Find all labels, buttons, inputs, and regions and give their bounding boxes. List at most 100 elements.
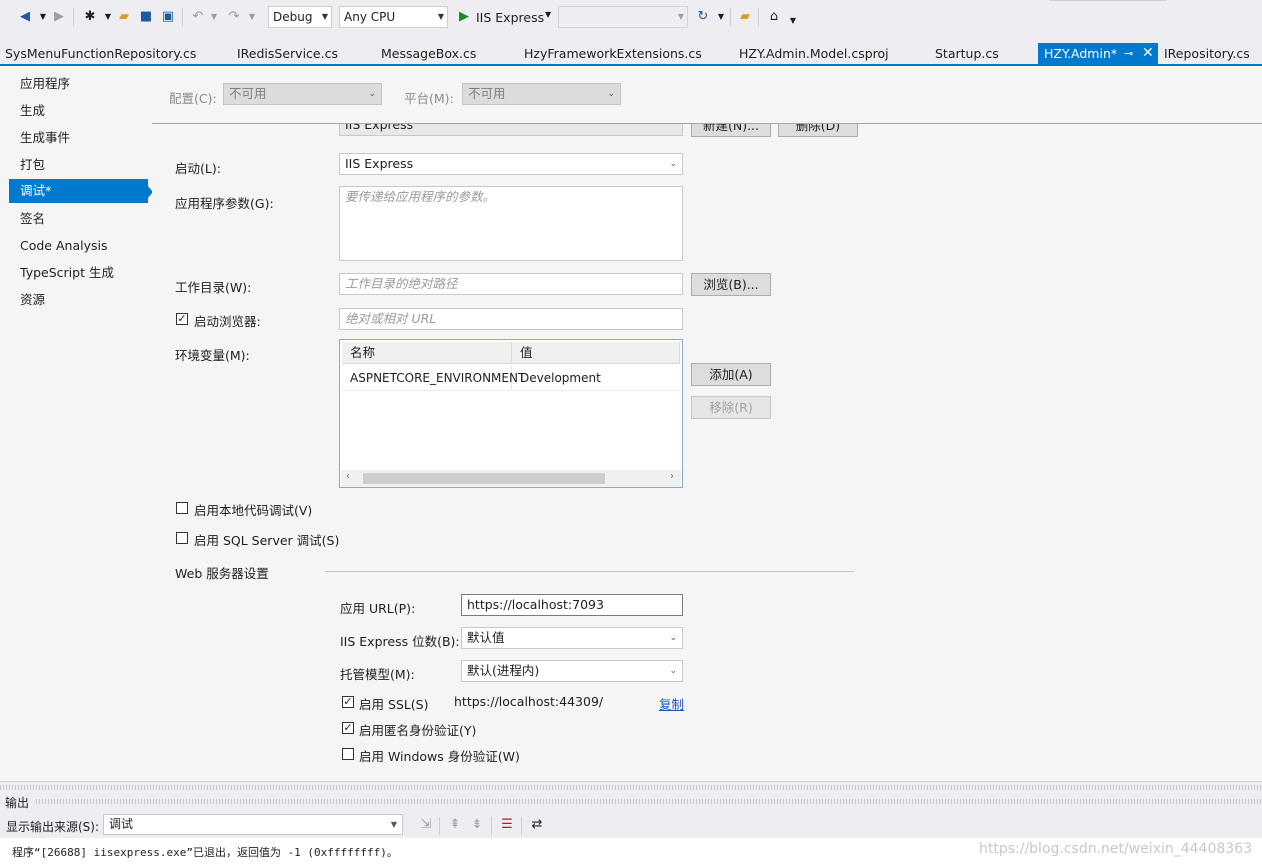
env-vars-table[interactable]: 名称 值 ASPNETCORE_ENVIRONMENT Development … bbox=[339, 339, 683, 488]
refresh-dropdown-icon[interactable]: ▼ bbox=[713, 9, 729, 25]
workdir-input[interactable]: 工作目录的绝对路径 bbox=[339, 273, 683, 295]
tab-startup[interactable]: Startup.cs bbox=[935, 43, 999, 64]
app-args-input[interactable]: 要传递给应用程序的参数。 bbox=[339, 186, 683, 261]
start-debug-button[interactable]: IIS Express bbox=[476, 10, 544, 25]
tab-sysmenufunctionrepository[interactable]: SysMenuFunctionRepository.cs bbox=[5, 43, 196, 64]
profile-select[interactable]: IIS Express bbox=[339, 124, 683, 136]
start-dropdown-icon[interactable]: ▼ bbox=[545, 10, 551, 19]
new-dropdown-icon[interactable]: ▼ bbox=[100, 9, 116, 25]
tab-iredisservice[interactable]: IRedisService.cs bbox=[237, 43, 338, 64]
forward-icon[interactable]: ▶ bbox=[51, 9, 67, 25]
launch-select[interactable]: IIS Express ⌄ bbox=[339, 153, 683, 175]
nav-item-debug[interactable]: 调试* bbox=[9, 179, 148, 203]
close-icon[interactable]: ✕ bbox=[1142, 43, 1154, 64]
env-cell-name[interactable]: ASPNETCORE_ENVIRONMENT bbox=[342, 366, 525, 390]
output-source-select[interactable]: 调试 ▼ bbox=[103, 814, 403, 835]
chevron-down-icon: ▼ bbox=[437, 12, 444, 21]
target-dropdown[interactable]: ▼ bbox=[558, 6, 688, 28]
sql-debug-label: 启用 SQL Server 调试(S) bbox=[194, 533, 340, 548]
home-page-icon[interactable]: ⌂ bbox=[766, 9, 782, 25]
nav-item-package[interactable]: 打包 bbox=[20, 153, 45, 177]
undo-icon[interactable]: ↶ bbox=[190, 9, 206, 25]
app-url-input[interactable]: https://localhost:7093 bbox=[461, 594, 683, 616]
tab-hzyframeworkextensions[interactable]: HzyFrameworkExtensions.cs bbox=[524, 43, 702, 64]
platform-dropdown[interactable]: Any CPU ▼ bbox=[339, 6, 448, 28]
pin-icon[interactable]: ⊸ bbox=[1124, 43, 1133, 64]
debug-property-page: 配置(C): 不可用 ⌄ 平台(M): 不可用 ⌄ IIS Express 新建(N… bbox=[152, 66, 1262, 781]
chevron-down-icon: ⌄ bbox=[607, 89, 615, 99]
browse-button[interactable]: 浏览(B)... bbox=[691, 273, 771, 296]
ssl-checkbox[interactable]: ✓ bbox=[342, 696, 354, 708]
tab-irepository[interactable]: IRepository.cs bbox=[1164, 43, 1250, 64]
anonymous-auth-checkbox[interactable]: ✓ bbox=[342, 722, 354, 734]
profile-row-clipped: IIS Express 新建(N)... 删除(D) bbox=[152, 124, 1262, 138]
workdir-label: 工作目录(W): bbox=[175, 280, 252, 295]
redo-dropdown-icon[interactable]: ▼ bbox=[244, 9, 260, 25]
scroll-left-icon[interactable]: ‹ bbox=[346, 471, 350, 482]
refresh-icon[interactable]: ↻ bbox=[695, 9, 711, 25]
hosting-model-label: 托管模型(M): bbox=[340, 667, 415, 682]
start-debug-icon[interactable]: ▶ bbox=[456, 9, 472, 25]
document-tab-strip: SysMenuFunctionRepository.cs IRedisServi… bbox=[0, 43, 1262, 66]
nav-item-build-events[interactable]: 生成事件 bbox=[20, 126, 70, 150]
redo-icon[interactable]: ↷ bbox=[226, 9, 242, 25]
ssl-url-text: https://localhost:44309/ bbox=[454, 694, 604, 709]
nav-item-typescript-build[interactable]: TypeScript 生成 bbox=[20, 261, 114, 285]
env-col-name[interactable]: 名称 bbox=[342, 342, 512, 364]
undo-dropdown-icon[interactable]: ▼ bbox=[206, 9, 222, 25]
app-args-label: 应用程序参数(G): bbox=[175, 196, 274, 211]
chevron-down-icon: ⌄ bbox=[669, 159, 677, 169]
native-debug-checkbox[interactable] bbox=[176, 502, 188, 514]
new-project-icon[interactable]: ✱ bbox=[82, 9, 98, 25]
scroll-right-icon[interactable]: › bbox=[670, 471, 674, 482]
tab-messagebox[interactable]: MessageBox.cs bbox=[381, 43, 476, 64]
chevron-down-icon: ⌄ bbox=[669, 666, 677, 676]
sql-debug-checkbox[interactable] bbox=[176, 532, 188, 544]
copy-link[interactable]: 复制 bbox=[659, 694, 684, 713]
env-col-value[interactable]: 值 bbox=[512, 342, 680, 364]
find-message-icon: ⇲ bbox=[420, 817, 432, 832]
toolbar-overflow-icon[interactable]: ▼ bbox=[785, 13, 801, 29]
section-divider bbox=[325, 571, 854, 572]
launch-url-input[interactable]: 绝对或相对 URL bbox=[339, 308, 683, 330]
bitness-select[interactable]: 默认值 ⌄ bbox=[461, 627, 683, 649]
nav-item-build[interactable]: 生成 bbox=[20, 99, 45, 123]
new-profile-button[interactable]: 新建(N)... bbox=[691, 124, 771, 137]
platform-label: 平台(M): bbox=[404, 91, 454, 106]
watermark: https://blog.csdn.net/weixin_44408363 bbox=[978, 841, 1252, 857]
chevron-down-icon: ⌄ bbox=[368, 89, 376, 99]
nav-item-signing[interactable]: 签名 bbox=[20, 207, 45, 231]
nav-item-code-analysis[interactable]: Code Analysis bbox=[20, 234, 107, 258]
next-message-icon: ⇟ bbox=[471, 817, 483, 832]
windows-auth-checkbox[interactable] bbox=[342, 748, 354, 760]
add-env-button[interactable]: 添加(A) bbox=[691, 363, 771, 386]
configuration-label: 配置(C): bbox=[169, 91, 217, 106]
nav-item-resources[interactable]: 资源 bbox=[20, 288, 45, 312]
nav-item-application[interactable]: 应用程序 bbox=[20, 72, 70, 96]
save-all-icon[interactable]: ▣ bbox=[160, 9, 176, 25]
tab-hzy-admin-model-csproj[interactable]: HZY.Admin.Model.csproj bbox=[739, 43, 889, 64]
clear-all-icon[interactable]: ☰ bbox=[499, 817, 515, 833]
word-wrap-icon[interactable]: ⇄ bbox=[529, 817, 545, 833]
output-source-label: 显示输出来源(S): bbox=[6, 820, 100, 834]
bitness-label: IIS Express 位数(B): bbox=[340, 634, 460, 649]
main-toolbar: ◀ ▼ ▶ ✱ ▼ ▰ ■ ▣ ↶ ▼ ↷ ▼ Debug ▼ Any CPU ▼ … bbox=[0, 0, 1262, 36]
property-page-nav: 应用程序 生成 生成事件 打包 调试* 签名 Code Analysis Typ… bbox=[0, 66, 153, 781]
chevron-down-icon: ▼ bbox=[390, 820, 397, 829]
open-folder-icon[interactable]: ▰ bbox=[116, 9, 132, 25]
env-table-scrollbar[interactable]: ‹ › bbox=[341, 470, 681, 487]
tab-hzy-admin[interactable]: HZY.Admin* ⊸ ✕ bbox=[1038, 43, 1158, 64]
save-icon[interactable]: ■ bbox=[138, 9, 154, 25]
output-message: 程序“[26688] iisexpress.exe”已退出，返回值为 -1 (0… bbox=[12, 846, 398, 859]
output-title: 输出 bbox=[5, 796, 30, 810]
output-text-area[interactable]: 程序“[26688] iisexpress.exe”已退出，返回值为 -1 (0… bbox=[0, 838, 1262, 866]
configuration-dropdown[interactable]: Debug ▼ bbox=[268, 6, 332, 28]
back-dropdown-icon[interactable]: ▼ bbox=[35, 9, 51, 25]
launch-browser-checkbox[interactable]: ✓ bbox=[176, 313, 188, 325]
delete-profile-button[interactable]: 删除(D) bbox=[778, 124, 858, 137]
hosting-model-select[interactable]: 默认(进程内) ⌄ bbox=[461, 660, 683, 682]
scroll-thumb[interactable] bbox=[363, 473, 605, 484]
browser-link-icon[interactable]: ▰ bbox=[737, 9, 753, 25]
env-cell-value[interactable]: Development bbox=[512, 366, 680, 390]
back-icon[interactable]: ◀ bbox=[17, 9, 33, 25]
